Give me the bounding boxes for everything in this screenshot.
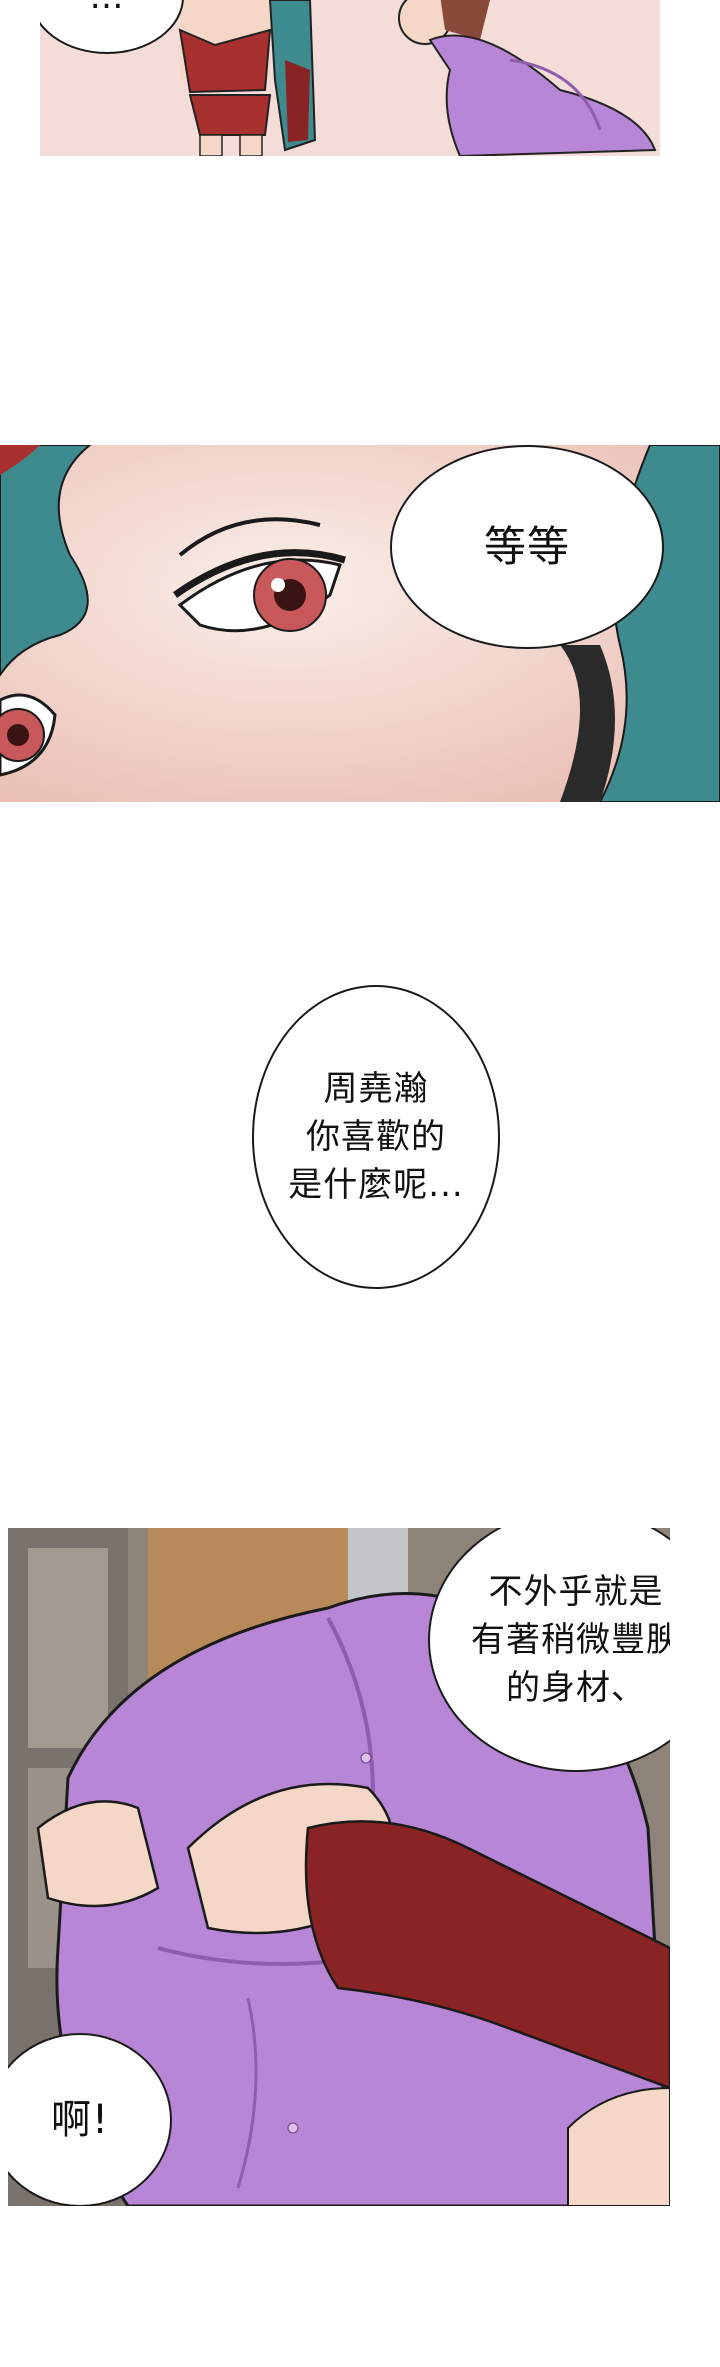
bubble-4-text: 不外乎就是 有著稍微豐腴 的身材、 (471, 1568, 670, 1712)
bubble-4-line-1: 不外乎就是 (488, 1572, 664, 1612)
speech-bubble-2: 等等 (390, 445, 664, 649)
bubble-1-line-1: … (90, 0, 125, 21)
bubble-3-line-1: 周堯瀚 (323, 1069, 429, 1109)
bubble-4-line-3: 的身材、 (506, 1668, 646, 1708)
bubble-5-line-1: 啊! (50, 2097, 110, 2143)
bubble-3-line-2: 你喜歡的 (306, 1117, 446, 1157)
bubble-4-line-2: 有著稍微豐腴 (471, 1620, 670, 1660)
speech-bubble-3: 周堯瀚 你喜歡的 是什麼呢... (252, 985, 500, 1289)
comic-panel-4: 不外乎就是 有著稍微豐腴 的身材、 啊! (8, 1528, 670, 2206)
comic-panel-2: 等等 (0, 445, 720, 802)
comic-panel-1: … (40, 0, 660, 156)
bubble-3-text: 周堯瀚 你喜歡的 是什麼呢... (288, 1065, 463, 1209)
bubble-2-line-1: 等等 (483, 522, 570, 571)
bubble-3-line-3: 是什麼呢... (288, 1165, 464, 1205)
